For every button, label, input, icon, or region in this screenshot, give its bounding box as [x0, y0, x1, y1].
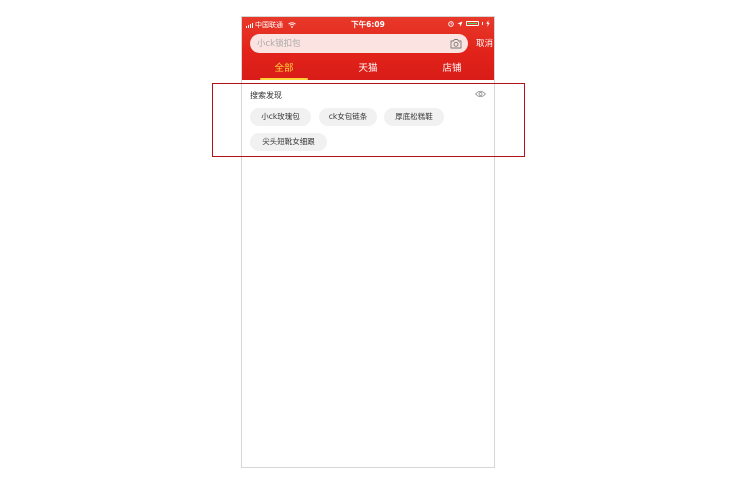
search-box[interactable] — [250, 34, 468, 53]
phone-screen: 中国联通 下午6:09 小ck锁扣包 取消 全部 天猫 店铺 搜索发现 小ck玫… — [241, 16, 495, 468]
search-header: 中国联通 下午6:09 小ck锁扣包 取消 全部 天猫 店铺 — [242, 17, 494, 80]
discover-chip[interactable]: 尖头短靴女细跟 — [250, 133, 327, 151]
battery-tip — [482, 22, 483, 25]
camera-icon[interactable] — [450, 38, 462, 49]
location-arrow-icon — [457, 21, 463, 26]
discover-chip[interactable]: 小ck玫瑰包 — [250, 108, 311, 126]
tab-tmall[interactable]: 天猫 — [326, 60, 410, 80]
status-bar: 中国联通 下午6:09 — [242, 17, 494, 32]
tab-all[interactable]: 全部 — [242, 60, 326, 80]
alarm-icon — [448, 20, 454, 27]
search-row: 取消 — [250, 34, 493, 53]
tab-shops[interactable]: 店铺 — [410, 60, 494, 80]
eye-icon[interactable] — [475, 90, 486, 98]
result-tabs: 全部 天猫 店铺 — [242, 60, 494, 80]
search-input[interactable] — [257, 36, 437, 51]
cancel-button[interactable]: 取消 — [476, 37, 493, 49]
battery-icon — [466, 21, 479, 26]
discover-chip[interactable]: 厚底松糕鞋 — [384, 108, 444, 126]
status-right — [448, 20, 490, 27]
charging-icon — [486, 20, 490, 27]
discover-chip[interactable]: ck女包链条 — [319, 108, 377, 126]
search-discover-title: 搜索发现 — [250, 91, 282, 100]
